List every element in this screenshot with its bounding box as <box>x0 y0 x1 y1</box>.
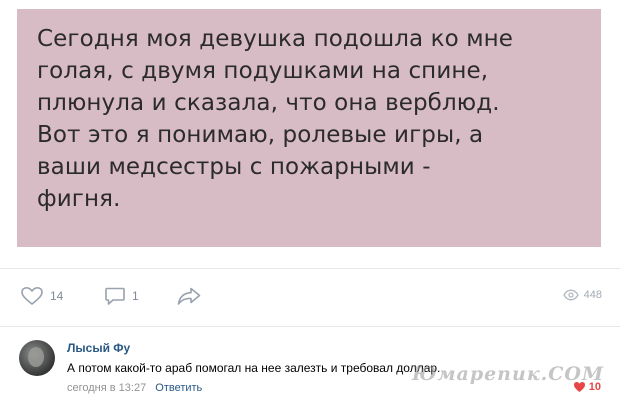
post-image-card: Сегодня моя девушка подошла ко мне голая… <box>17 9 601 247</box>
share-icon <box>177 287 201 305</box>
avatar[interactable] <box>19 340 55 376</box>
post-line: плюнула и сказала, что она верблюд. <box>37 90 500 116</box>
comment-text: А потом какой-то араб помогал на нее зал… <box>67 361 441 375</box>
post-line: фигня. <box>37 186 121 212</box>
like-button[interactable]: 14 <box>20 286 63 306</box>
views-count: 448 <box>583 289 602 301</box>
like-count: 14 <box>50 289 64 303</box>
reply-button[interactable]: Ответить <box>155 382 202 394</box>
comment-count: 1 <box>132 289 139 303</box>
site-watermark: Юмарепик.COM <box>411 363 604 385</box>
post-line: Сегодня моя девушка подошла ко мне <box>37 26 514 52</box>
comment-time[interactable]: сегодня в 13:27 <box>67 382 146 394</box>
comment-author[interactable]: Лысый Фу <box>67 341 130 355</box>
comment-meta: сегодня в 13:27 Ответить <box>67 382 202 394</box>
post-line: голая, с двумя подушками на спине, <box>37 58 489 84</box>
views-counter: 448 <box>562 289 602 301</box>
comment-button[interactable]: 1 <box>104 286 139 306</box>
post-text: Сегодня моя девушка подошла ко мне голая… <box>37 23 581 215</box>
heart-icon <box>21 287 43 305</box>
post-actions-bar: 14 1 448 <box>0 268 620 326</box>
comment-icon <box>105 287 125 305</box>
post-line: Вот это я понимаю, ролевые игры, а <box>37 122 484 148</box>
post-line: ваши медсестры с пожарными - <box>37 154 431 180</box>
eye-icon <box>562 289 579 301</box>
share-button[interactable] <box>176 286 202 306</box>
avatar-face <box>28 347 44 367</box>
